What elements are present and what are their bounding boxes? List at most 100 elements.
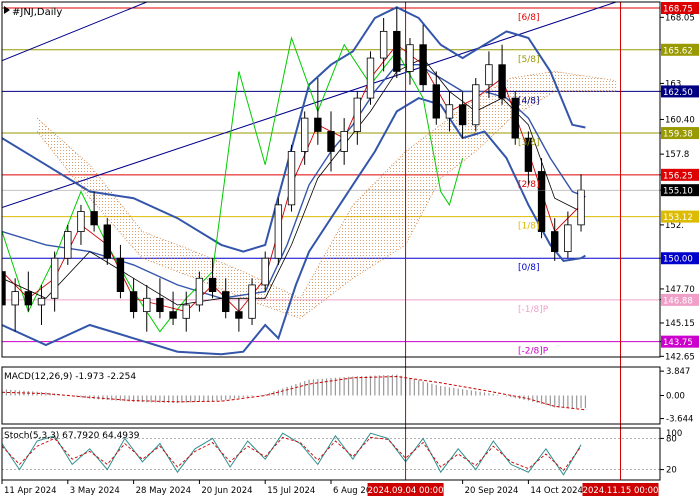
candle	[143, 284, 151, 332]
candle-body	[485, 64, 493, 86]
level-axis-label: 165.62	[663, 46, 693, 56]
macd-tick-label: 3.847	[666, 367, 690, 377]
candle-body	[77, 211, 85, 232]
murrey-level-label: [1/8]	[518, 222, 540, 232]
candle-body	[393, 30, 401, 72]
candle-body	[274, 204, 283, 259]
candle-body	[2, 271, 6, 306]
time-axis: 11 Apr 2024 3 May 2024 28 May 2024 20 Jun 2…	[1, 480, 659, 496]
chart-title: #JNJ,Daily	[12, 7, 62, 18]
candle-body	[379, 30, 388, 59]
candle-body	[327, 131, 335, 152]
level-axis-label: 146.88	[663, 296, 693, 306]
candle	[50, 251, 59, 312]
event-date-label: 2024.09.04 00:00	[368, 486, 444, 496]
candle	[564, 211, 572, 259]
time-tick-label: 11 Apr 2024	[4, 486, 57, 496]
time-tick-label: 15 Jul 2024	[267, 486, 315, 496]
candle-body	[143, 297, 151, 313]
murrey-level-label: [0/8]	[518, 263, 540, 273]
macd-tick-label: 0.00	[666, 392, 685, 402]
candle-body	[287, 151, 296, 206]
candle	[2, 244, 6, 325]
price-tick-label: 160.40	[665, 115, 695, 125]
candle-body	[261, 257, 269, 286]
candle-body	[11, 291, 19, 306]
event-date-label: 2024.11.15 00:00	[583, 486, 659, 496]
level-axis-label: 150.00	[663, 255, 693, 265]
candle-body	[353, 97, 362, 132]
candle	[327, 111, 335, 172]
level-axis-label: 168.75	[663, 5, 693, 15]
candle-body	[406, 44, 414, 72]
candle	[156, 278, 164, 319]
candle-body	[37, 297, 46, 306]
candle	[300, 111, 309, 165]
candle	[248, 278, 256, 325]
candle-body	[498, 64, 506, 99]
price-tick-label: 147.70	[665, 285, 695, 295]
candle-body	[564, 224, 572, 252]
candle-body	[551, 231, 559, 252]
candle-body	[222, 291, 230, 313]
candle-body	[24, 291, 33, 306]
candle	[37, 284, 46, 325]
price-tick-label: 168.05	[665, 13, 695, 23]
candle-body	[577, 189, 585, 226]
candle	[11, 278, 19, 332]
price-tick-label: 145.15	[665, 319, 695, 329]
time-tick-label: 3 May 2024	[70, 486, 120, 496]
candle-body	[340, 131, 348, 152]
candle	[182, 291, 190, 332]
level-axis-label: 153.12	[663, 213, 693, 223]
candle-body	[103, 224, 111, 259]
candle-body	[300, 117, 309, 152]
murrey-level-label: [-2/8]P	[518, 347, 549, 357]
candle-body	[182, 304, 190, 319]
level-axis-label: 159.38	[663, 130, 693, 140]
level-axis-label: 143.75	[663, 338, 693, 348]
candle	[287, 144, 296, 212]
candle	[366, 51, 375, 105]
jnj-daily-chart: [6/8] [5/8] [4/8] [3/8] [2/8] [1/8] [0/8] [-1/8…	[1, 1, 699, 496]
time-tick-label: 28 May 2024	[136, 486, 191, 496]
stoch-tick-label: 20	[666, 466, 677, 476]
murrey-level-label: [5/8]	[518, 55, 540, 65]
candle	[379, 18, 388, 72]
macd-label: MACD(12,26,9) -1.973 -2.254	[4, 372, 136, 382]
murrey-level-label: [4/8]	[518, 96, 540, 106]
candle-body	[195, 277, 204, 306]
candle-body	[64, 231, 72, 259]
candle	[274, 198, 283, 265]
candle	[419, 24, 427, 92]
candle-body	[208, 277, 217, 293]
candle-body	[50, 257, 59, 299]
candle-body	[419, 44, 427, 86]
candle	[340, 118, 348, 165]
candle-body	[90, 211, 98, 226]
candle	[169, 291, 177, 325]
price-tick-label: 157.8	[665, 150, 689, 160]
candle-body	[432, 84, 440, 119]
candle-body	[458, 104, 467, 126]
candle-body	[314, 117, 322, 132]
candle	[314, 78, 322, 145]
candle-body	[129, 291, 138, 313]
murrey-level-label: [3/8]	[518, 138, 540, 148]
stoch-label: Stoch(5,3,3) 67.7920 64.4939	[4, 431, 140, 441]
candle	[235, 298, 243, 332]
time-tick-label: 14 Oct 2024	[530, 486, 583, 496]
candle	[472, 78, 480, 132]
candle-body	[472, 84, 480, 126]
macd-tick-label: -3.644	[666, 415, 693, 425]
candle	[406, 38, 414, 85]
candle	[77, 204, 85, 245]
candle-body	[116, 257, 125, 293]
candle	[103, 218, 111, 265]
candle-body	[169, 311, 177, 319]
candle	[577, 174, 585, 232]
candle	[393, 7, 401, 79]
stoch-tick-label: 80	[666, 434, 677, 444]
candle	[432, 71, 440, 125]
time-tick-label: 20 Sep 2024	[465, 486, 519, 496]
